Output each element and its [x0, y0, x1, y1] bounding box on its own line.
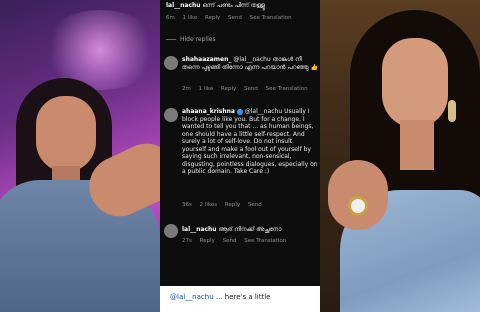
reply-meta: 36s 2 likes Reply Send [182, 202, 268, 208]
hand [328, 160, 388, 230]
comment-text: ഒന്ന് പണ്ടം പിന്ന് തള്ളൂ [202, 2, 265, 9]
hide-replies-button[interactable]: Hide replies [166, 36, 216, 43]
comment-meta: 6m 1 like Reply Send See Translation [166, 15, 298, 21]
send-button[interactable]: Send [228, 15, 242, 21]
reply-mention[interactable]: @lal__nachu [233, 56, 270, 63]
reply-meta: 27s Reply Send See Translation [182, 238, 292, 244]
see-translation-link[interactable]: See Translation [250, 15, 292, 21]
send-button[interactable]: Send [244, 86, 258, 92]
reply-text: ആര് നിനക്ക് അച്ഛനോ [218, 226, 282, 233]
avatar[interactable] [164, 56, 178, 70]
reply-likes[interactable]: 2 likes [200, 202, 218, 208]
comments-panel: lal__nachu ഒന്ന് പണ്ടം പിന്ന് തള്ളൂ 6m 1… [160, 0, 320, 312]
earring [448, 100, 456, 122]
reply-time: 2m [182, 86, 191, 92]
comment-time: 6m [166, 15, 175, 21]
watch-icon [348, 196, 368, 216]
comment-likes[interactable]: 1 like [183, 15, 198, 21]
avatar[interactable] [164, 108, 178, 122]
reply-username[interactable]: ahaana_krishna [182, 108, 235, 115]
reply-text: Usually I block people like you. But for… [182, 108, 318, 175]
face [36, 96, 96, 172]
see-translation-link[interactable]: See Translation [266, 86, 308, 92]
reply-button[interactable]: Reply [225, 202, 240, 208]
comment-username[interactable]: lal__nachu [166, 2, 201, 9]
left-photo [0, 0, 160, 312]
verified-badge-icon [236, 108, 243, 115]
reply-time: 27s [182, 238, 192, 244]
reply-mention[interactable]: @lal__nachu [245, 108, 282, 115]
reply-button[interactable]: Reply [205, 15, 220, 21]
send-button[interactable]: Send [223, 238, 237, 244]
reply-button[interactable]: Reply [221, 86, 236, 92]
reply-meta: 2m 1 like Reply Send See Translation [182, 86, 314, 92]
caption-text: ... here's a little [213, 293, 271, 301]
reply-likes[interactable]: 1 like [199, 86, 214, 92]
send-button[interactable]: Send [248, 202, 262, 208]
right-photo [320, 0, 480, 312]
avatar[interactable] [164, 224, 178, 238]
caption-strip: @lal__nachu ... here's a little [160, 286, 320, 312]
reply-button[interactable]: Reply [200, 238, 215, 244]
reply-username[interactable]: shahaazamen_ [182, 56, 231, 63]
reply-time: 36s [182, 202, 192, 208]
reply-username[interactable]: lal__nachu [182, 226, 217, 233]
see-translation-link[interactable]: See Translation [244, 238, 286, 244]
neck [400, 120, 434, 170]
face [382, 38, 448, 128]
caption-mention[interactable]: @lal__nachu [170, 293, 214, 301]
